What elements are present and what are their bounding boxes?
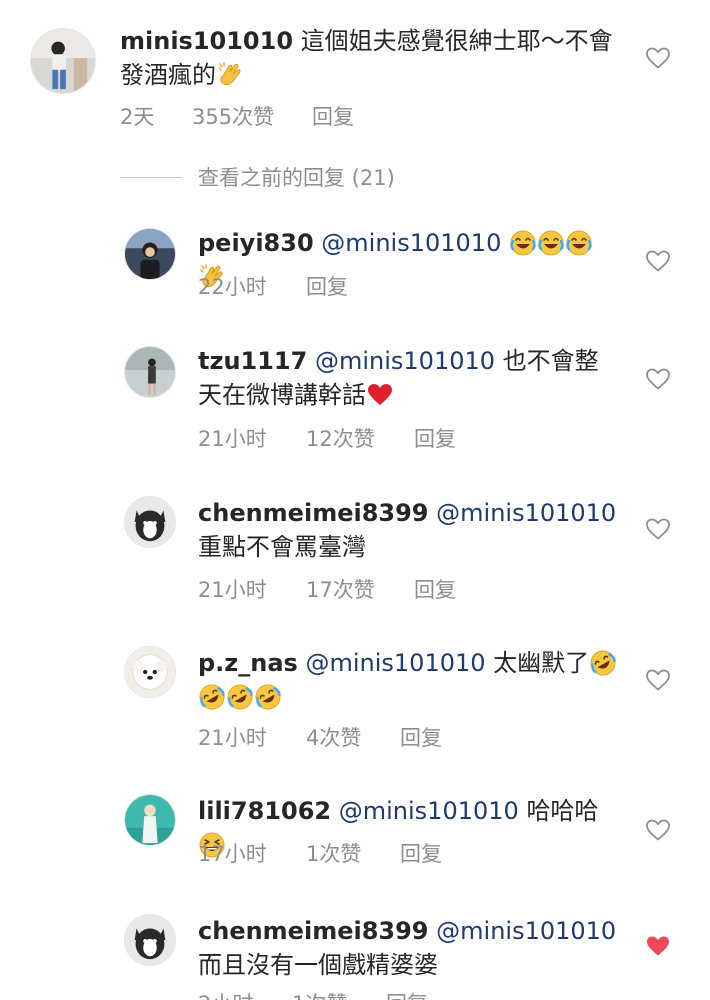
avatar[interactable] — [124, 346, 176, 398]
reply-time: 22小时 — [198, 275, 267, 299]
comment-meta: 2天 355次赞 回复 — [120, 101, 354, 131]
face-with-tears-of-joy-emoji — [510, 230, 536, 256]
view-replies-label[interactable]: 查看之前的回复 (21) — [198, 162, 395, 192]
reply-button[interactable]: 回复 — [386, 988, 428, 1000]
red-heart-emoji — [367, 382, 393, 408]
reply-time: 2小时 — [198, 988, 292, 1000]
rolling-on-floor-laughing-emoji — [255, 684, 281, 710]
reply-button[interactable]: 回复 — [400, 722, 442, 752]
reply-mention[interactable]: @minis101010 — [436, 917, 616, 945]
reply-likes[interactable]: 1次赞 — [292, 988, 386, 1000]
comment-likes[interactable]: 355次赞 — [192, 101, 312, 131]
avatar[interactable] — [124, 228, 176, 280]
reply-likes[interactable]: 1次赞 — [306, 838, 400, 868]
reply-text: 而且沒有一個戲精婆婆 — [198, 951, 438, 979]
comment-username[interactable]: minis101010 — [120, 27, 293, 55]
reply-text: 太幽默了 — [493, 649, 590, 677]
reply-username[interactable]: p.z_nas — [198, 649, 298, 677]
reply-button[interactable]: 回复 — [306, 271, 348, 301]
reply-body: tzu1117 @minis101010 也不會整天在微博講幹話 — [198, 344, 618, 412]
reply-mention[interactable]: @minis101010 — [436, 499, 616, 527]
reply-meta: 21小时 12次赞 回复 — [198, 423, 456, 453]
reply-meta: 22小时 回复 — [198, 271, 348, 301]
reply-time: 21小时 — [198, 726, 267, 750]
view-previous-replies[interactable]: 查看之前的回复 (21) — [120, 160, 395, 194]
reply-mention[interactable]: @minis101010 — [315, 347, 495, 375]
divider-line — [120, 176, 182, 178]
reply-text: 重點不會罵臺灣 — [198, 533, 366, 561]
reply-item: tzu1117 @minis101010 也不會整天在微博講幹話 21小时 12… — [0, 340, 710, 460]
like-heart-icon[interactable] — [645, 818, 671, 842]
reply-username[interactable]: lili781062 — [198, 797, 331, 825]
reply-username[interactable]: chenmeimei8399 — [198, 499, 429, 527]
like-heart-icon[interactable] — [645, 249, 671, 273]
reply-item: lili781062 @minis101010 哈哈哈 17小时 1次赞 回复 — [0, 790, 710, 880]
reply-item: p.z_nas @minis101010 太幽默了 21小时 4次赞 回复 — [0, 642, 710, 762]
reply-text: 哈哈哈 — [526, 797, 599, 825]
reply-meta: 2小时 1次赞 回复 — [198, 988, 428, 1000]
reply-meta: 21小时 4次赞 回复 — [198, 722, 442, 752]
reply-item: peiyi830 @minis101010 22小时 回复 — [0, 222, 710, 312]
like-heart-icon[interactable] — [645, 668, 671, 692]
reply-item: chenmeimei8399 @minis101010 而且沒有一個戲精婆婆 2… — [0, 910, 710, 1000]
like-heart-icon[interactable] — [645, 367, 671, 391]
reply-item: chenmeimei8399 @minis101010 重點不會罵臺灣 21小时… — [0, 492, 710, 612]
comment-body: minis101010 這個姐夫感覺很紳士耶～不會發酒瘋的 — [120, 24, 620, 92]
reply-mention[interactable]: @minis101010 — [321, 229, 501, 257]
comment-time: 2天 — [120, 105, 155, 129]
liked-heart-icon[interactable] — [645, 934, 671, 958]
clapping-hands-emoji — [217, 62, 243, 88]
reply-button[interactable]: 回复 — [312, 101, 354, 131]
reply-body: p.z_nas @minis101010 太幽默了 — [198, 646, 618, 714]
face-with-tears-of-joy-emoji — [566, 230, 592, 256]
rolling-on-floor-laughing-emoji — [590, 650, 616, 676]
reply-time: 21小时 — [198, 427, 267, 451]
avatar[interactable] — [124, 914, 176, 966]
reply-button[interactable]: 回复 — [414, 423, 456, 453]
reply-username[interactable]: tzu1117 — [198, 347, 307, 375]
main-comment: minis101010 這個姐夫感覺很紳士耶～不會發酒瘋的 2天 355次赞 回… — [0, 0, 710, 150]
reply-body: chenmeimei8399 @minis101010 重點不會罵臺灣 — [198, 496, 618, 564]
avatar[interactable] — [124, 496, 176, 548]
avatar[interactable] — [124, 794, 176, 846]
reply-body: chenmeimei8399 @minis101010 而且沒有一個戲精婆婆 — [198, 914, 618, 982]
rolling-on-floor-laughing-emoji — [227, 684, 253, 710]
face-with-tears-of-joy-emoji — [538, 230, 564, 256]
reply-likes[interactable]: 4次赞 — [306, 722, 400, 752]
reply-button[interactable]: 回复 — [400, 838, 442, 868]
reply-username[interactable]: chenmeimei8399 — [198, 917, 429, 945]
reply-time: 17小时 — [198, 842, 267, 866]
reply-mention[interactable]: @minis101010 — [305, 649, 485, 677]
reply-likes[interactable]: 12次赞 — [306, 423, 414, 453]
reply-username[interactable]: peiyi830 — [198, 229, 314, 257]
reply-button[interactable]: 回复 — [414, 574, 456, 604]
reply-time: 21小时 — [198, 578, 267, 602]
avatar[interactable] — [30, 28, 96, 94]
reply-meta: 21小时 17次赞 回复 — [198, 574, 456, 604]
like-heart-icon[interactable] — [645, 517, 671, 541]
like-heart-icon[interactable] — [645, 46, 671, 70]
reply-likes[interactable]: 17次赞 — [306, 574, 414, 604]
avatar[interactable] — [124, 646, 176, 698]
rolling-on-floor-laughing-emoji — [199, 684, 225, 710]
reply-mention[interactable]: @minis101010 — [339, 797, 519, 825]
reply-meta: 17小时 1次赞 回复 — [198, 838, 442, 868]
